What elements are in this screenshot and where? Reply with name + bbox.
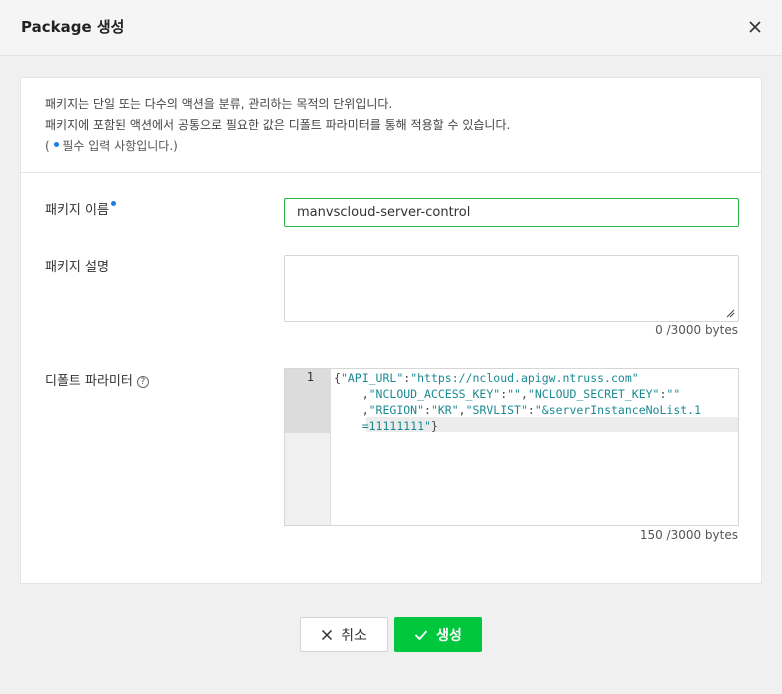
code-line: =11111111"}	[334, 418, 738, 434]
package-name-input[interactable]	[284, 198, 739, 227]
dialog-title: Package 생성	[21, 18, 125, 36]
code-token: }	[430, 419, 438, 433]
code-line: ,"NCLOUD_ACCESS_KEY":"","NCLOUD_SECRET_K…	[334, 386, 738, 402]
cancel-button-label: 취소	[341, 627, 367, 644]
required-note-prefix: (	[45, 139, 50, 153]
question-circle-icon[interactable]: ?	[136, 375, 149, 388]
package-desc-label: 패키지 설명	[45, 260, 109, 275]
dialog-buttons: 취소 생성	[0, 617, 782, 652]
required-note-text: 필수 입력 사항입니다.)	[58, 139, 178, 153]
default-params-label-text: 디폴트 파라미터	[45, 374, 133, 389]
required-note: ( 필수 입력 사항입니다.)	[45, 137, 761, 154]
code-token: "https://ncloud.apigw.ntruss.com"	[410, 371, 639, 385]
create-button-label: 생성	[436, 627, 462, 644]
code-token: ,	[458, 403, 466, 417]
default-params-editor[interactable]: 1 {"API_URL": "https://ncloud.apigw.ntrus…	[284, 368, 739, 526]
default-params-label: 디폴트 파라미터?	[45, 370, 149, 389]
code-token: ,	[334, 387, 369, 401]
code-token: "SRVLIST"	[465, 403, 528, 417]
code-token: "KR"	[430, 403, 459, 417]
code-token: "NCLOUD_ACCESS_KEY"	[368, 387, 501, 401]
create-button[interactable]: 생성	[394, 617, 482, 652]
code-line: {"API_URL":"https://ncloud.apigw.ntruss.…	[334, 370, 738, 386]
resize-handle-icon[interactable]	[725, 308, 735, 318]
required-dot-icon	[110, 201, 116, 206]
cancel-button[interactable]: 취소	[300, 617, 388, 652]
code-token: :	[424, 403, 431, 417]
code-token: {	[334, 371, 341, 385]
code-token: :	[527, 403, 535, 417]
package-name-label-text: 패키지 이름	[45, 203, 109, 218]
close-icon	[322, 629, 333, 640]
code-token: "REGION"	[368, 403, 425, 417]
close-icon[interactable]	[746, 18, 764, 36]
package-name-label: 패키지 이름	[45, 199, 116, 218]
description-line-1: 패키지는 단일 또는 다수의 액션을 분류, 관리하는 목적의 단위입니다.	[45, 97, 393, 111]
code-token: ,	[520, 387, 528, 401]
code-token: "API_URL"	[340, 371, 404, 385]
code-token: ""	[507, 387, 521, 401]
check-icon	[414, 629, 428, 640]
line-number: 1	[306, 370, 314, 384]
code-token: "NCLOUD_SECRET_KEY"	[527, 387, 660, 401]
params-byte-counter: 150 /3000 bytes	[639, 528, 738, 542]
dialog-header: Package 생성	[0, 0, 782, 56]
code-line: ,"REGION":"KR","SRVLIST":"&serverInstanc…	[334, 402, 738, 418]
code-token: =11111111"	[361, 419, 431, 433]
package-desc-textarea[interactable]	[284, 255, 739, 322]
code-content[interactable]: {"API_URL": "https://ncloud.apigw.ntruss.…	[334, 370, 738, 434]
code-token: "&serverInstanceNoList.1	[534, 403, 702, 417]
editor-gutter: 1	[285, 369, 331, 525]
desc-byte-counter: 0 /3000 bytes	[655, 323, 738, 337]
code-token: ""	[666, 387, 681, 401]
code-token: ,	[334, 403, 369, 417]
form-panel: 패키지는 단일 또는 다수의 액션을 분류, 관리하는 목적의 단위입니다. 패…	[20, 77, 762, 584]
description-line-2: 패키지에 포함된 액션에서 공통으로 필요한 값은 디폴트 파라미터를 통해 적…	[45, 118, 511, 132]
description-section: 패키지는 단일 또는 다수의 액션을 분류, 관리하는 목적의 단위입니다. 패…	[21, 78, 761, 173]
